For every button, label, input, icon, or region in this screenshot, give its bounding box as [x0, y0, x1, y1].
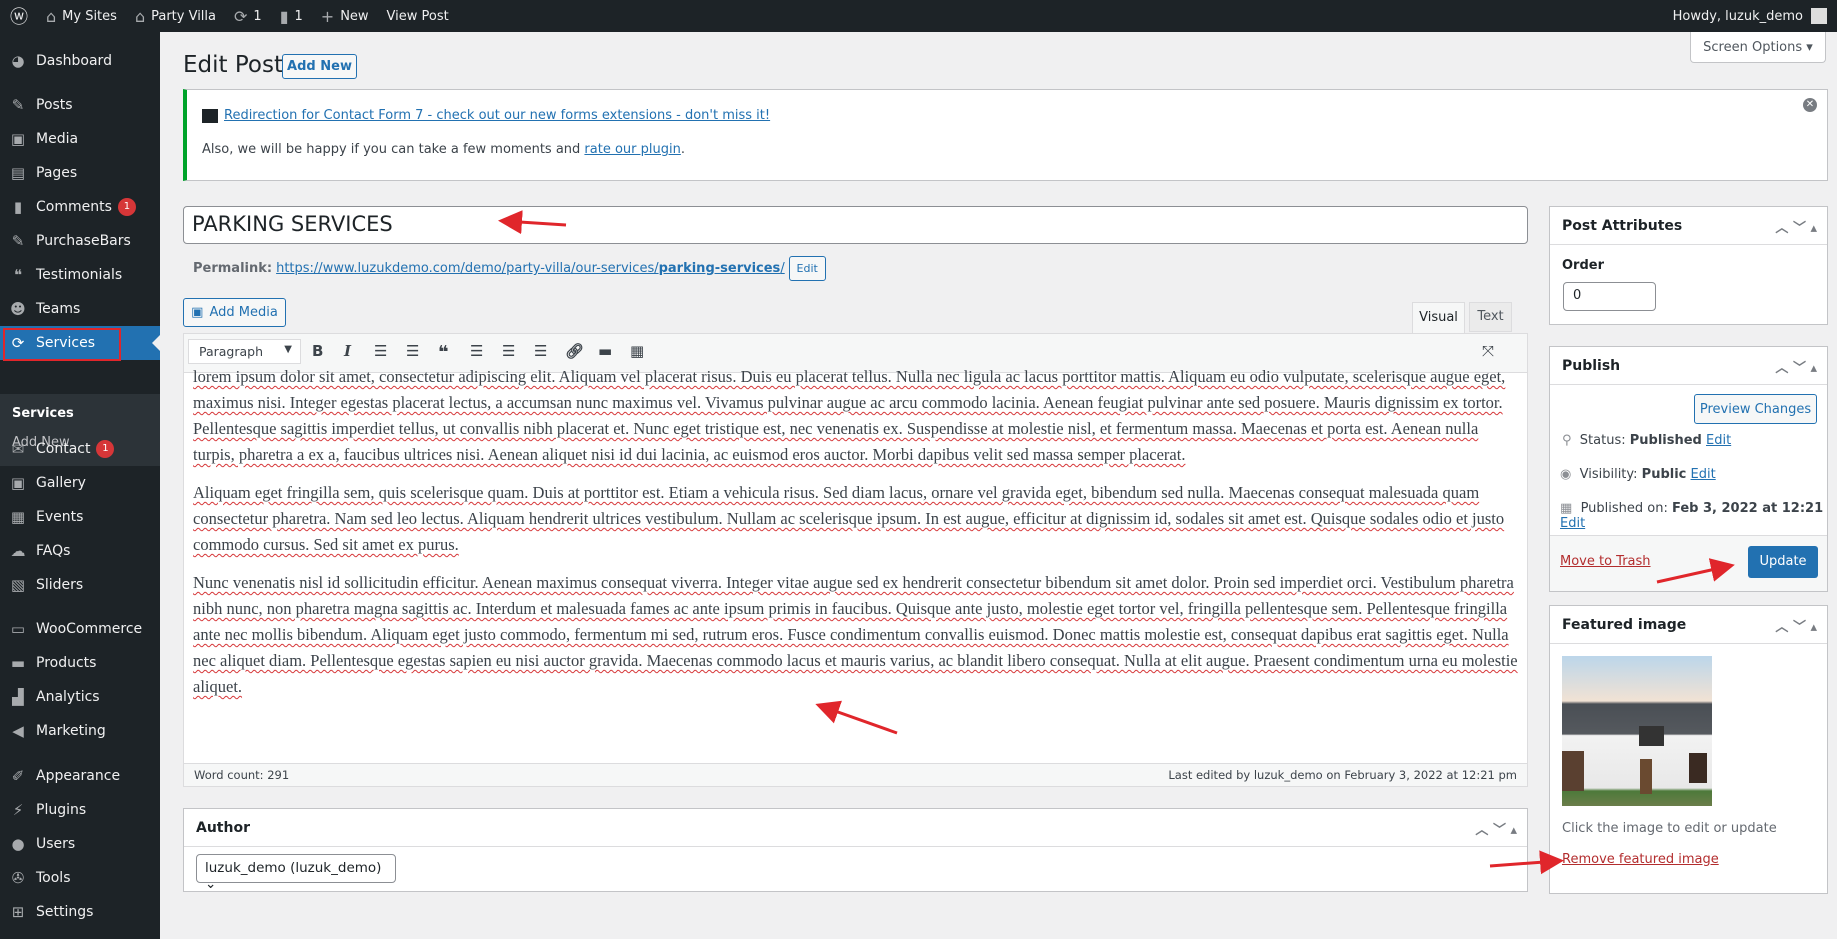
- annotation-arrow: [1489, 850, 1564, 875]
- annotation-arrow: [815, 700, 898, 735]
- annotation-arrow: [498, 210, 567, 235]
- annotation-arrows: [498, 210, 1735, 875]
- annotation-arrow: [1656, 558, 1735, 584]
